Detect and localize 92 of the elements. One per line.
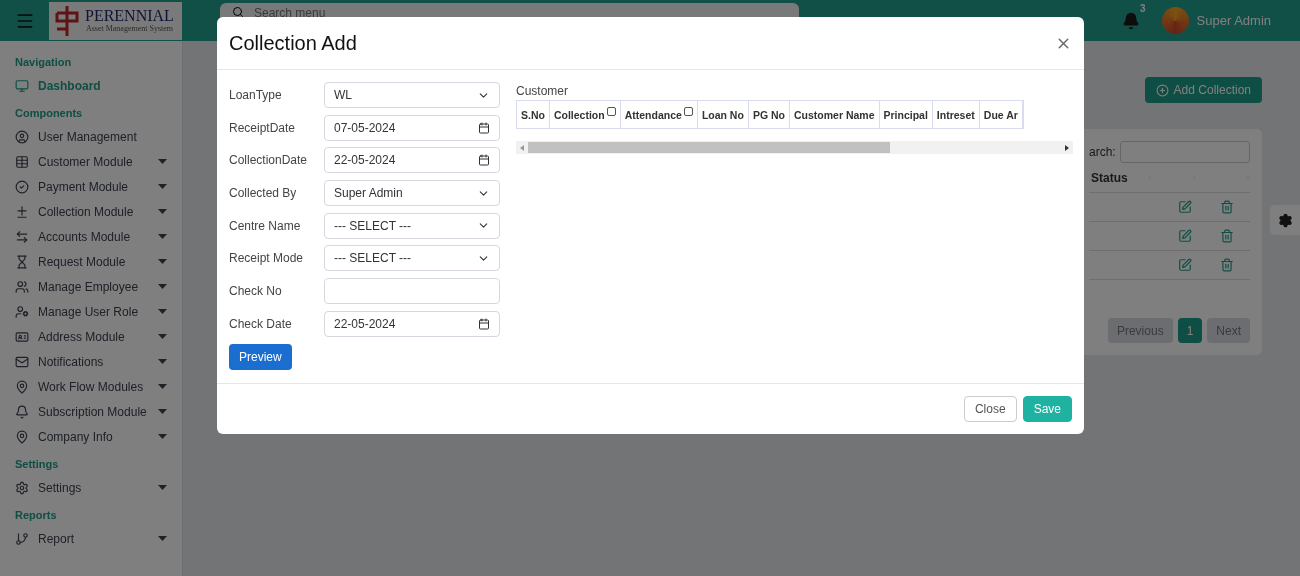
menu-item-icon	[15, 304, 29, 319]
menu-item-icon	[15, 229, 29, 244]
column-header: Collection	[549, 101, 621, 128]
sidebar-item[interactable]: Manage Employee	[15, 274, 167, 299]
date-field[interactable]: 22-05-2024	[324, 147, 500, 174]
menu-item-icon	[15, 179, 29, 194]
menu-item-icon	[15, 480, 29, 495]
menu-item-icon	[15, 279, 29, 294]
menu-item-icon	[15, 78, 29, 93]
sidebar-item[interactable]: Report	[15, 526, 167, 551]
search-field[interactable]	[1119, 141, 1250, 163]
field-label: Check Date	[229, 316, 293, 331]
sidebar-item[interactable]: Settings	[15, 475, 167, 500]
menu-item-icon	[15, 254, 29, 269]
sidebar-item[interactable]: Work Flow Modules	[15, 374, 167, 399]
field-label: Centre Name	[229, 218, 302, 233]
menu-item-icon	[15, 204, 29, 219]
checkbox[interactable]	[606, 107, 616, 116]
edit-icon[interactable]	[1178, 258, 1192, 272]
calendar-icon	[478, 121, 490, 134]
select-field[interactable]: --- SELECT ---	[324, 212, 500, 239]
select-field[interactable]: --- SELECT ---	[324, 245, 500, 272]
settings-icon	[1277, 212, 1293, 228]
field-label: Receipt Mode	[229, 251, 305, 266]
sidebar-item[interactable]: Customer Module	[15, 149, 167, 174]
preview-button[interactable]: Preview	[229, 343, 292, 370]
column-header: Principal	[879, 101, 933, 128]
sidebar-item[interactable]: User Management	[15, 124, 167, 149]
field-label: CollectionDate	[229, 153, 309, 168]
sidebar-item[interactable]: Company Info	[15, 424, 167, 449]
sidebar-item[interactable]: Manage User Role	[15, 299, 167, 324]
column-header: PG No	[748, 101, 790, 128]
column-header: Due Ar	[979, 101, 1023, 128]
sidebar-item[interactable]: Notifications	[15, 349, 167, 374]
menu-item-icon	[15, 379, 29, 394]
edit-icon[interactable]	[1178, 200, 1192, 214]
section-title: Settings	[15, 458, 60, 470]
page-button[interactable]: 1	[1177, 318, 1203, 343]
bell-icon[interactable]	[1121, 11, 1140, 30]
column-header: Status	[1091, 170, 1128, 185]
input-field[interactable]	[324, 278, 500, 305]
menu-item-icon	[15, 329, 29, 344]
save-button[interactable]: Save	[1022, 396, 1072, 422]
column-header: Intreset	[932, 101, 980, 128]
checkbox[interactable]	[683, 107, 693, 116]
trash-icon[interactable]	[1220, 200, 1234, 214]
menu-item-icon	[15, 429, 29, 444]
edit-icon[interactable]	[1178, 229, 1192, 243]
add-collection-button[interactable]: Add Collection	[1144, 77, 1262, 103]
column-header: Customer Name	[789, 101, 880, 128]
menu-item-icon	[15, 129, 29, 144]
sidebar-item[interactable]: Collection Module	[15, 199, 167, 224]
column-header: Attendance	[620, 101, 698, 128]
column-header: Loan No	[697, 101, 749, 128]
field-label: Check No	[229, 284, 283, 299]
close-button[interactable]: Close	[963, 396, 1017, 422]
field-label: ReceiptDate	[229, 120, 297, 135]
plus-icon	[1155, 83, 1169, 97]
logo-title: PERENNIAL	[85, 8, 174, 24]
horizontal-scrollbar[interactable]	[516, 141, 1073, 154]
section-title: Reports	[15, 509, 58, 521]
field-label: Collected By	[229, 186, 298, 201]
trash-icon[interactable]	[1220, 258, 1234, 272]
sidebar-item[interactable]: Request Module	[15, 249, 167, 274]
avatar	[1161, 7, 1189, 34]
user-name: Super Admin	[1196, 13, 1271, 28]
calendar-icon	[478, 154, 490, 167]
select-field[interactable]: Super Admin	[324, 180, 500, 207]
column-header: S.No	[517, 101, 550, 128]
table-title: Customer	[516, 84, 569, 98]
date-field[interactable]: 22-05-2024	[324, 310, 500, 337]
calendar-icon	[478, 317, 490, 330]
date-field[interactable]: 07-05-2024	[324, 114, 500, 141]
field-label: LoanType	[229, 88, 283, 102]
sidebar-item[interactable]: Subscription Module	[15, 399, 167, 424]
trash-icon[interactable]	[1220, 229, 1234, 243]
section-title: Navigation	[15, 56, 73, 68]
sidebar-item[interactable]: Dashboard	[15, 73, 167, 98]
menu-item-icon	[15, 154, 29, 169]
section-title: Components	[15, 107, 84, 119]
menu-item-icon	[15, 354, 29, 369]
sidebar-item[interactable]: Accounts Module	[15, 224, 167, 249]
search-icon	[232, 6, 244, 18]
sidebar-item[interactable]: Payment Module	[15, 174, 167, 199]
sidebar-item[interactable]: Address Module	[15, 324, 167, 349]
menu-item-icon	[15, 531, 29, 546]
select-field[interactable]: WL	[324, 82, 500, 108]
settings-tab[interactable]	[1270, 205, 1300, 235]
search-label: arch:	[1089, 145, 1116, 159]
notification-count: 3	[1140, 2, 1146, 14]
menu-item-icon	[15, 404, 29, 419]
logo-subtitle: Asset Management System	[85, 24, 174, 33]
